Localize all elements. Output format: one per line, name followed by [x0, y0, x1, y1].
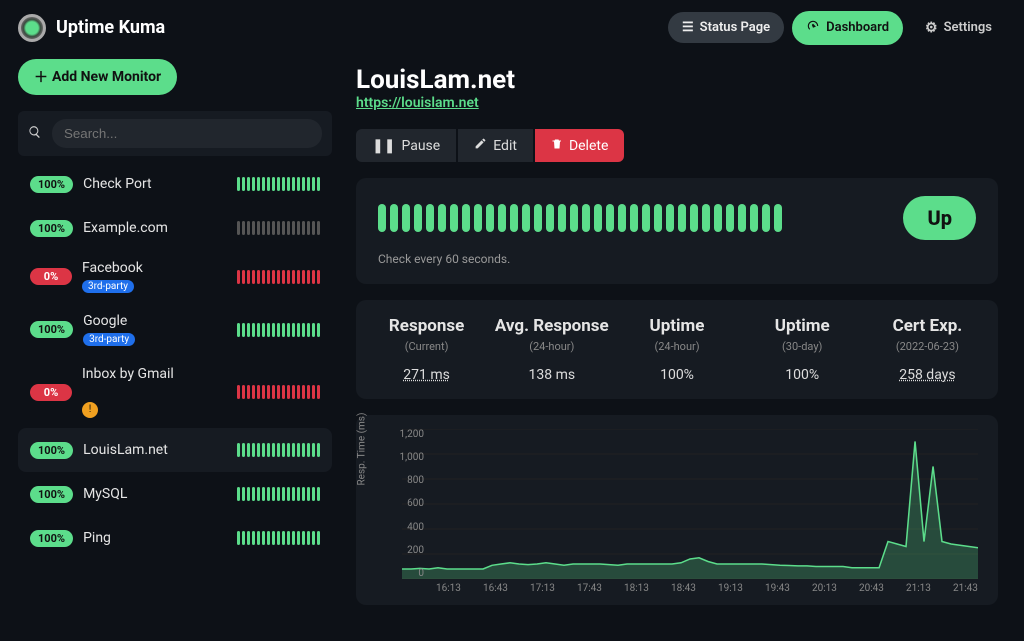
stat-value: 100% [614, 367, 739, 383]
mini-heartbeat [237, 385, 320, 399]
delete-label: Delete [569, 138, 608, 154]
uptime-badge: 100% [30, 220, 73, 237]
uptime-badge: 100% [30, 321, 73, 338]
monitor-name: Example.com [83, 220, 237, 236]
monitor-tag: 3rd-party [82, 280, 134, 293]
stat-avg-response: Avg. Response (24-hour) 138 ms [489, 316, 614, 383]
monitor-url[interactable]: https://louislam.net [356, 95, 479, 111]
uptime-badge: 100% [30, 176, 73, 193]
uptime-badge: 100% [30, 442, 73, 459]
add-monitor-button[interactable]: ＋ Add New Monitor [18, 59, 177, 95]
status-page-label: Status Page [700, 20, 770, 35]
status-page-button[interactable]: ☰ Status Page [668, 12, 784, 43]
stat-heading: Response [364, 316, 489, 336]
monitor-name: Check Port [83, 176, 237, 192]
add-monitor-label: Add New Monitor [52, 69, 161, 85]
sidebar-item-mysql[interactable]: 100% MySQL [18, 472, 332, 516]
settings-button[interactable]: ⚙ Settings [911, 12, 1006, 44]
brand-title: Uptime Kuma [56, 17, 165, 38]
sidebar-item-inbox-by-gmail[interactable]: 0% Inbox by Gmail! [18, 356, 332, 428]
mini-heartbeat [237, 177, 320, 191]
monitor-name: Facebook [82, 260, 237, 276]
monitor-name: Google [83, 313, 237, 329]
monitor-name: Ping [83, 530, 237, 546]
sidebar-item-check-port[interactable]: 100% Check Port [18, 162, 332, 206]
edit-icon [474, 137, 487, 154]
trash-icon [551, 138, 563, 154]
stat-sub: (24-hour) [614, 340, 739, 353]
warning-icon: ! [82, 402, 98, 418]
stat-heading: Uptime [614, 316, 739, 336]
sidebar-item-facebook[interactable]: 0% Facebook 3rd-party [18, 250, 332, 303]
dashboard-button[interactable]: Dashboard [792, 11, 903, 45]
pause-button[interactable]: ❚❚ Pause [356, 129, 456, 162]
stat-heading: Uptime [740, 316, 865, 336]
edit-button[interactable]: Edit [458, 129, 533, 162]
search-input[interactable] [52, 119, 322, 148]
check-interval-note: Check every 60 seconds. [378, 252, 976, 266]
sidebar-item-example-com[interactable]: 100% Example.com [18, 206, 332, 250]
monitor-tag: 3rd-party [83, 333, 135, 346]
uptime-badge: 0% [30, 268, 72, 285]
plus-icon: ＋ [34, 67, 48, 87]
gear-icon: ⚙ [925, 20, 938, 36]
heartbeat-bar [378, 204, 903, 232]
mini-heartbeat [237, 443, 320, 457]
delete-button[interactable]: Delete [535, 129, 624, 162]
edit-label: Edit [493, 138, 517, 154]
stat-sub: (24-hour) [489, 340, 614, 353]
dashboard-label: Dashboard [826, 20, 889, 35]
stat-heading: Avg. Response [489, 316, 614, 336]
monitor-name: Inbox by Gmail [82, 366, 237, 382]
pause-label: Pause [401, 138, 440, 154]
settings-label: Settings [944, 20, 992, 35]
sidebar-item-ping[interactable]: 100% Ping [18, 516, 332, 560]
stat-uptime: Uptime (24-hour) 100% [614, 316, 739, 383]
mini-heartbeat [237, 323, 320, 337]
stat-value: 100% [740, 367, 865, 383]
gauge-icon [806, 19, 820, 37]
uptime-badge: 100% [30, 486, 73, 503]
stat-sub: (Current) [364, 340, 489, 353]
stat-sub: (2022-06-23) [865, 340, 990, 353]
app-logo [18, 14, 46, 42]
stat-heading: Cert Exp. [865, 316, 990, 336]
uptime-badge: 0% [30, 384, 72, 401]
monitor-title: LouisLam.net [356, 65, 998, 95]
monitor-name: MySQL [83, 486, 237, 502]
search-icon [28, 125, 42, 143]
chart-ylabel: Resp. Time (ms) [357, 413, 368, 486]
search-row [18, 111, 332, 156]
uptime-badge: 100% [30, 530, 73, 547]
mini-heartbeat [237, 221, 320, 235]
stat-cert-exp-: Cert Exp. (2022-06-23) 258 days [865, 316, 990, 383]
pause-icon: ❚❚ [372, 138, 395, 154]
stat-response: Response (Current) 271 ms [364, 316, 489, 383]
response-chart: Resp. Time (ms) 1,2001,0008006004002000 … [356, 415, 998, 605]
stat-value: 138 ms [489, 367, 614, 383]
status-badge: Up [903, 196, 976, 240]
mini-heartbeat [237, 487, 320, 501]
stat-sub: (30-day) [740, 340, 865, 353]
stat-uptime: Uptime (30-day) 100% [740, 316, 865, 383]
sidebar-item-google[interactable]: 100% Google 3rd-party [18, 303, 332, 356]
monitor-name: LouisLam.net [83, 442, 237, 458]
stat-value: 271 ms [364, 367, 489, 383]
mini-heartbeat [237, 270, 320, 284]
mini-heartbeat [237, 531, 320, 545]
stat-value: 258 days [865, 367, 990, 383]
list-icon: ☰ [682, 20, 694, 35]
sidebar-item-louislam-net[interactable]: 100% LouisLam.net [18, 428, 332, 472]
